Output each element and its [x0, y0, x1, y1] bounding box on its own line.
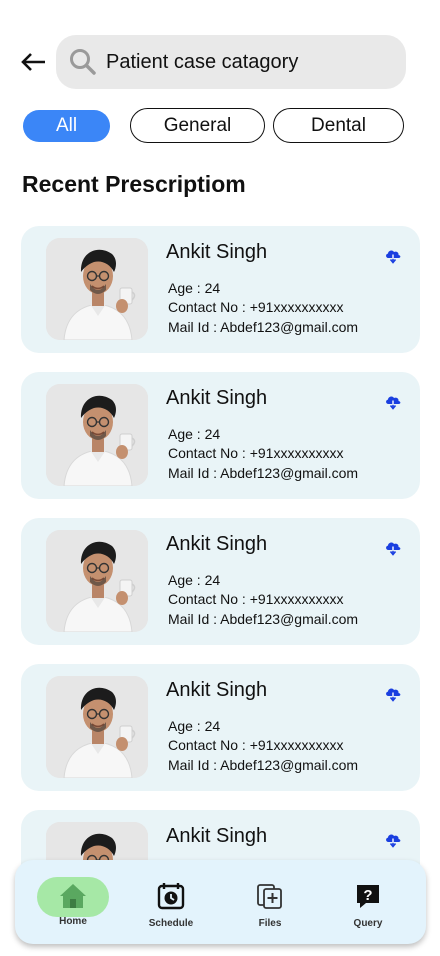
patient-name: Ankit Singh [166, 825, 268, 847]
prescription-card[interactable]: Ankit Singh Age : 24 Contact No : +91xxx… [21, 518, 420, 645]
filter-chips: All General Dental [0, 108, 440, 144]
patient-contact: Contact No : +91xxxxxxxxxx [168, 737, 344, 753]
patient-photo-illustration [46, 530, 148, 632]
patient-avatar [46, 530, 148, 632]
search-input[interactable] [106, 50, 386, 74]
filter-chip-dental[interactable]: Dental [273, 108, 404, 143]
patient-name: Ankit Singh [166, 679, 268, 701]
patient-photo-illustration [46, 238, 148, 340]
nav-schedule-label: Schedule [148, 918, 194, 929]
patient-contact: Contact No : +91xxxxxxxxxx [168, 445, 344, 461]
patient-contact: Contact No : +91xxxxxxxxxx [168, 591, 344, 607]
search-bar[interactable] [56, 35, 406, 89]
prescription-card[interactable]: Ankit Singh Age : 24 Contact No : +91xxx… [21, 226, 420, 353]
patient-age: Age : 24 [168, 718, 221, 734]
nav-home[interactable]: Home [31, 860, 115, 944]
patient-contact: Contact No : +91xxxxxxxxxx [168, 299, 344, 315]
patient-name: Ankit Singh [166, 533, 268, 555]
nav-home-label: Home [59, 916, 87, 927]
patient-name: Ankit Singh [166, 241, 268, 263]
home-icon [60, 884, 86, 908]
patient-mail: Mail Id : Abdef123@gmail.com [168, 611, 359, 627]
back-arrow-icon[interactable] [20, 49, 46, 75]
nav-schedule[interactable]: Schedule [129, 860, 213, 944]
section-title: Recent Prescriptiom [22, 171, 246, 197]
nav-query[interactable]: ? Query [326, 860, 410, 944]
patient-mail: Mail Id : Abdef123@gmail.com [168, 319, 359, 335]
patient-mail: Mail Id : Abdef123@gmail.com [168, 465, 359, 481]
patient-age: Age : 24 [168, 572, 221, 588]
question-icon: ? [357, 885, 379, 908]
bottom-nav: Home Schedule Files ? Query [15, 860, 426, 944]
patient-age: Age : 24 [168, 426, 221, 442]
cloud-download-icon[interactable] [384, 246, 402, 264]
calendar-clock-icon [157, 883, 185, 910]
cloud-download-icon[interactable] [384, 684, 402, 702]
prescription-card[interactable]: Ankit Singh Age : 24 Contact No : +91xxx… [21, 372, 420, 499]
search-icon [70, 49, 96, 75]
filter-chip-all[interactable]: All [23, 110, 110, 142]
cloud-download-icon[interactable] [384, 538, 402, 556]
prescription-card[interactable]: Ankit Singh Age : 24 Contact No : +91xxx… [21, 664, 420, 791]
medical-files-icon [257, 884, 282, 909]
nav-files-label: Files [258, 918, 282, 929]
patient-photo-illustration [46, 676, 148, 778]
patient-mail: Mail Id : Abdef123@gmail.com [168, 757, 359, 773]
cloud-download-icon[interactable] [384, 392, 402, 410]
cloud-download-icon[interactable] [384, 830, 402, 848]
filter-chip-general[interactable]: General [130, 108, 265, 143]
patient-age: Age : 24 [168, 280, 221, 296]
patient-avatar [46, 384, 148, 486]
patient-avatar [46, 676, 148, 778]
nav-query-label: Query [353, 918, 383, 929]
nav-files[interactable]: Files [228, 860, 312, 944]
patient-photo-illustration [46, 384, 148, 486]
patient-avatar [46, 238, 148, 340]
patient-name: Ankit Singh [166, 387, 268, 409]
top-bar [0, 35, 440, 89]
svg-text:?: ? [363, 887, 372, 904]
